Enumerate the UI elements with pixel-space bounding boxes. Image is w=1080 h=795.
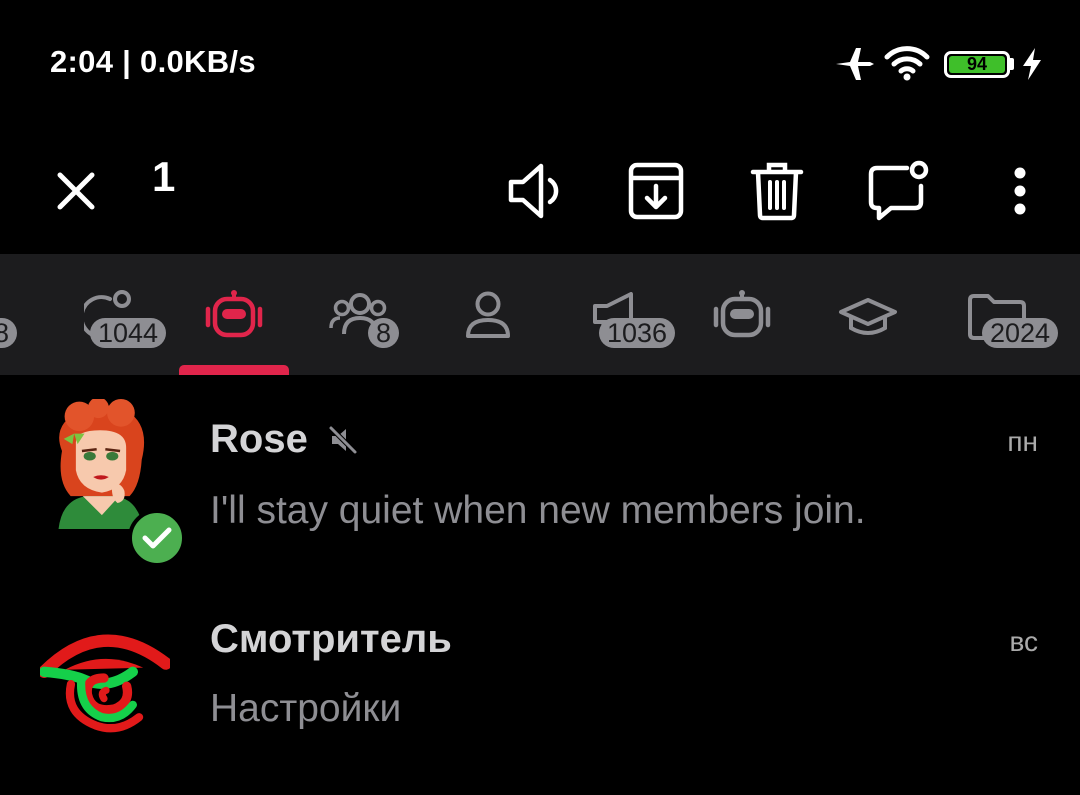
close-selection-button[interactable] (36, 146, 116, 236)
tab-contacts[interactable] (450, 254, 530, 375)
more-icon (1014, 167, 1026, 215)
tab-badge: 1044 (90, 318, 167, 348)
battery-icon: 94 (944, 51, 1010, 78)
chat-last-message: I'll stay quiet when new members join. (210, 489, 866, 532)
tab-folder[interactable]: 2024 (960, 254, 1080, 375)
checkmark-icon (142, 527, 172, 549)
unmute-icon (508, 163, 559, 219)
status-bar: 2:04 | 0.0KB/s 94 (0, 0, 1080, 130)
chat-name: Rose (210, 417, 308, 461)
battery-nub (1010, 58, 1014, 70)
chat-time: пн (1007, 426, 1038, 457)
mark-unread-icon (868, 160, 929, 221)
contacts-icon (466, 291, 510, 338)
mark-unread-button[interactable] (858, 146, 938, 236)
bot-outline-icon (713, 290, 771, 338)
chat-name: Смотритель (210, 617, 452, 661)
delete-button[interactable] (737, 146, 817, 236)
more-options-button[interactable] (980, 146, 1060, 236)
battery-level: 94 (966, 54, 988, 74)
delete-icon (750, 162, 804, 221)
charging-icon (1023, 48, 1041, 80)
selected-count: 1 (152, 153, 176, 200)
archive-button[interactable] (616, 146, 696, 236)
chat-time: вс (1009, 626, 1038, 657)
chat-row-smotritel[interactable]: Смотритель Настройки вс (0, 595, 1080, 795)
tab-groups[interactable]: 8 (320, 254, 430, 375)
airplane-icon (836, 48, 874, 80)
unmute-button[interactable] (496, 146, 576, 236)
verified-badge (128, 509, 186, 567)
tab-bots-outline[interactable] (700, 254, 790, 375)
selection-action-bar: 1 (0, 130, 1080, 254)
status-time-speed: 2:04 | 0.0KB/s (50, 44, 256, 79)
tab-badge: 8 (0, 318, 18, 348)
tab-badge: 2024 (982, 318, 1059, 348)
tab-bots[interactable] (179, 254, 289, 375)
avatar (58, 399, 145, 529)
tab-channels[interactable]: 1036 (585, 254, 695, 375)
graduation-cap-icon (839, 298, 897, 335)
archive-icon (628, 162, 684, 220)
tab-chats[interactable]: 1044 (70, 254, 180, 375)
active-tab-indicator (179, 365, 289, 375)
close-icon (57, 172, 95, 210)
avatar (40, 634, 170, 733)
tab-partial[interactable]: 8 (0, 254, 40, 375)
tab-education[interactable] (825, 254, 915, 375)
chat-last-message: Настройки (210, 687, 402, 730)
folder-tabs: 8 1044 8 1036 2024 (0, 254, 1080, 375)
wifi-icon (884, 46, 930, 81)
tab-badge: 1036 (599, 318, 676, 348)
tab-badge: 8 (368, 318, 400, 348)
muted-icon (329, 426, 357, 454)
bots-icon (205, 290, 263, 338)
chat-row-rose[interactable]: Rose I'll stay quiet when new members jo… (0, 375, 1080, 575)
